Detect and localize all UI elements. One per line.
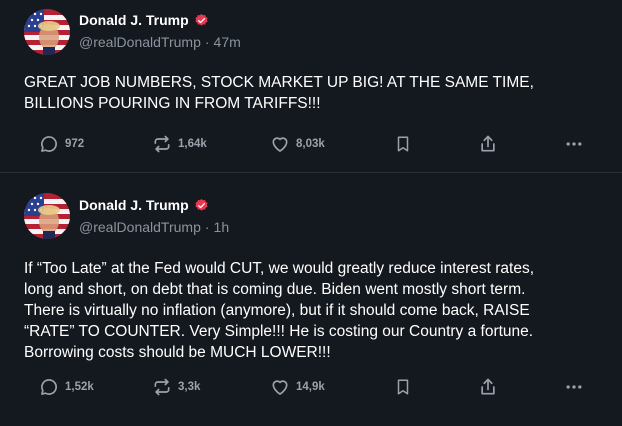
share-icon: [481, 135, 495, 152]
post-time[interactable]: 47m: [214, 34, 241, 50]
repost-arrows-icon: [154, 135, 170, 153]
more-options-button[interactable]: [564, 132, 584, 156]
share-icon: [481, 378, 495, 395]
handle-line: @realDonaldTrump · 1h: [79, 219, 230, 235]
like-count: 14,9k: [296, 381, 325, 393]
author-name[interactable]: Donald J. Trump: [79, 12, 189, 28]
repost-count: 1,64k: [178, 138, 207, 150]
more-dots-icon: [566, 385, 582, 389]
post-actions: 972 1,64k 8,03k: [0, 132, 622, 156]
reply-count: 1,52k: [65, 381, 94, 393]
post-header: Donald J. Trump @realDonaldTrump · 1h: [79, 195, 229, 235]
post-card[interactable]: Donald J. Trump @realDonaldTrump · 1h If “…: [0, 173, 622, 426]
reply-button[interactable]: 1,52k: [39, 375, 94, 399]
speech-bubble-icon: [41, 136, 57, 152]
bookmark-icon: [397, 379, 409, 395]
repost-arrows-icon: [154, 378, 170, 396]
repost-count: 3,3k: [178, 381, 201, 393]
post-time[interactable]: 1h: [214, 219, 230, 235]
author-handle[interactable]: @realDonaldTrump: [79, 219, 201, 235]
speech-bubble-icon: [41, 379, 57, 395]
avatar[interactable]: [24, 9, 70, 55]
repost-button[interactable]: 3,3k: [152, 375, 200, 399]
handle-line: @realDonaldTrump · 47m: [79, 34, 241, 50]
heart-icon: [272, 137, 288, 152]
bookmark-button[interactable]: [394, 132, 412, 156]
verified-badge-icon: [195, 198, 208, 211]
post-feed: Donald J. Trump @realDonaldTrump · 47m GRE…: [0, 0, 622, 426]
author-name[interactable]: Donald J. Trump: [79, 197, 189, 213]
more-dots-icon: [566, 142, 582, 146]
like-button[interactable]: 8,03k: [270, 132, 325, 156]
author-handle[interactable]: @realDonaldTrump: [79, 34, 201, 50]
repost-button[interactable]: 1,64k: [152, 132, 207, 156]
more-options-button[interactable]: [564, 375, 584, 399]
bookmark-button[interactable]: [394, 375, 412, 399]
like-count: 8,03k: [296, 138, 325, 150]
reply-count: 972: [65, 138, 85, 150]
share-button[interactable]: [478, 375, 498, 399]
post-actions: 1,52k 3,3k 14,9k: [0, 375, 622, 399]
post-card[interactable]: Donald J. Trump @realDonaldTrump · 47m GRE…: [0, 0, 622, 173]
heart-icon: [272, 380, 288, 395]
reply-button[interactable]: 972: [39, 132, 84, 156]
share-button[interactable]: [478, 132, 498, 156]
avatar[interactable]: [24, 193, 70, 239]
like-button[interactable]: 14,9k: [270, 375, 325, 399]
verified-badge-icon: [195, 13, 208, 26]
post-text: If “Too Late” at the Fed would CUT, we w…: [24, 260, 535, 361]
bookmark-icon: [397, 136, 409, 152]
post-text: GREAT JOB NUMBERS, STOCK MARKET UP BIG! …: [24, 74, 534, 112]
post-header: Donald J. Trump @realDonaldTrump · 47m: [79, 10, 241, 50]
